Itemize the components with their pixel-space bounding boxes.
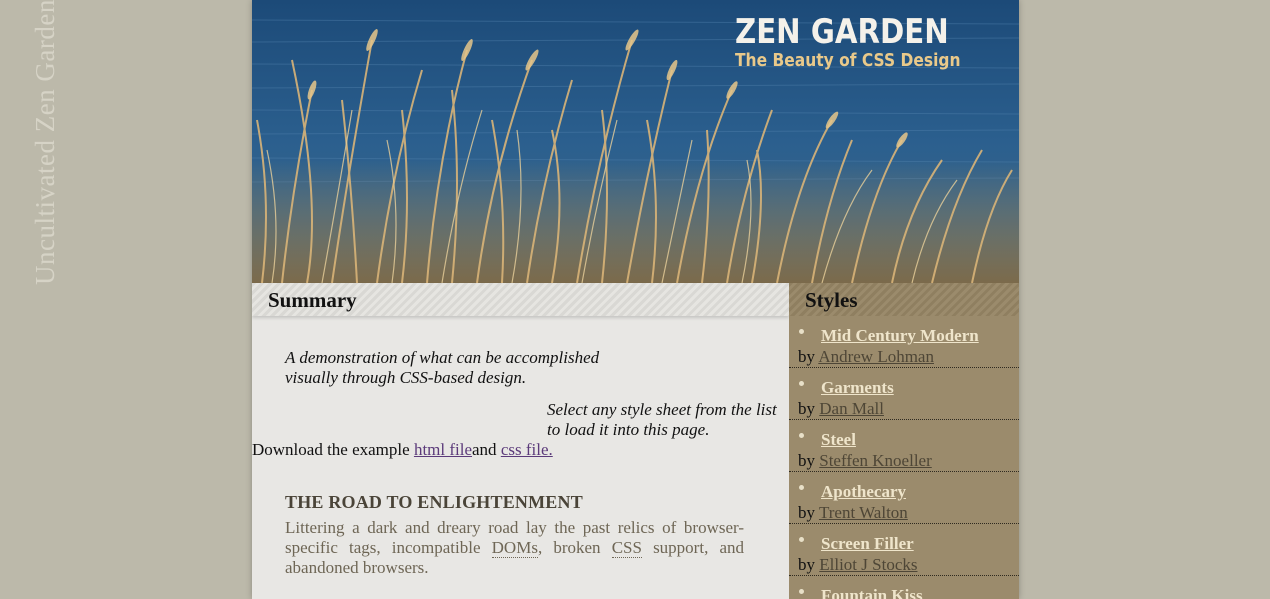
css-abbr: CSS [611, 538, 642, 558]
author-link[interactable]: Trent Walton [819, 503, 908, 522]
by-label: by [798, 555, 820, 574]
styles-heading: Styles [805, 288, 858, 312]
doms-abbr: DOMs [491, 538, 538, 558]
style-name-link[interactable]: Screen Filler [821, 534, 914, 554]
style-byline: by Dan Mall [798, 399, 884, 419]
bullet-icon [799, 433, 804, 438]
style-name-link[interactable]: Fountain Kiss [821, 586, 923, 599]
by-label: by [798, 399, 820, 418]
road-text-part-2: , broken [537, 538, 612, 557]
intro-text: A demonstration of what can be accomplis… [285, 348, 600, 387]
style-byline: by Steffen Knoeller [798, 451, 932, 471]
style-item: Apothecary by Trent Walton [789, 472, 1019, 524]
author-link[interactable]: Elliot J Stocks [819, 555, 917, 574]
bullet-icon [799, 485, 804, 490]
side-title: Uncultivated Zen Garden [30, 0, 60, 285]
style-item: Garments by Dan Mall [789, 368, 1019, 420]
style-item: Fountain Kiss [789, 576, 1019, 599]
style-byline: by Andrew Lohman [798, 347, 934, 367]
bullet-icon [799, 537, 804, 542]
style-name-link[interactable]: Mid Century Modern [821, 326, 979, 346]
style-byline: by Elliot J Stocks [798, 555, 917, 575]
summary-header: Summary [252, 283, 789, 316]
and-text: and [472, 440, 501, 459]
style-name-link[interactable]: Apothecary [821, 482, 906, 502]
html-file-link[interactable]: html file [414, 440, 472, 459]
style-name-link[interactable]: Steel [821, 430, 856, 450]
style-name-link[interactable]: Garments [821, 378, 894, 398]
download-prefix: Download the example [252, 440, 414, 459]
author-link[interactable]: Steffen Knoeller [819, 451, 932, 470]
style-item: Screen Filler by Elliot J Stocks [789, 524, 1019, 576]
select-style-text: Select any style sheet from the list to … [547, 400, 777, 439]
bullet-icon [799, 589, 804, 594]
site-subtitle: The Beauty of CSS Design [734, 50, 961, 71]
road-heading: THE ROAD TO ENLIGHTENMENT [285, 492, 583, 512]
by-label: by [798, 347, 819, 366]
styles-header: Styles [789, 283, 1019, 316]
header-banner: ZEN GARDEN The Beauty of CSS Design [252, 0, 1019, 283]
author-link[interactable]: Andrew Lohman [818, 347, 934, 366]
by-label: by [798, 451, 820, 470]
site-title: ZEN GARDEN [734, 12, 949, 52]
summary-heading: Summary [268, 288, 357, 312]
styles-list: Mid Century Modern by Andrew Lohman Garm… [789, 316, 1019, 599]
style-item: Steel by Steffen Knoeller [789, 420, 1019, 472]
site-logo: ZEN GARDEN The Beauty of CSS Design [735, 14, 997, 72]
bullet-icon [799, 329, 804, 334]
road-paragraph: Littering a dark and dreary road lay the… [285, 518, 744, 578]
bullet-icon [799, 381, 804, 386]
by-label: by [798, 503, 819, 522]
style-item: Mid Century Modern by Andrew Lohman [789, 316, 1019, 368]
style-byline: by Trent Walton [798, 503, 908, 523]
author-link[interactable]: Dan Mall [819, 399, 884, 418]
css-file-link[interactable]: css file. [501, 440, 553, 459]
download-line: Download the example html fileand css fi… [252, 440, 553, 460]
page-container: ZEN GARDEN The Beauty of CSS Design Summ… [252, 0, 1019, 599]
